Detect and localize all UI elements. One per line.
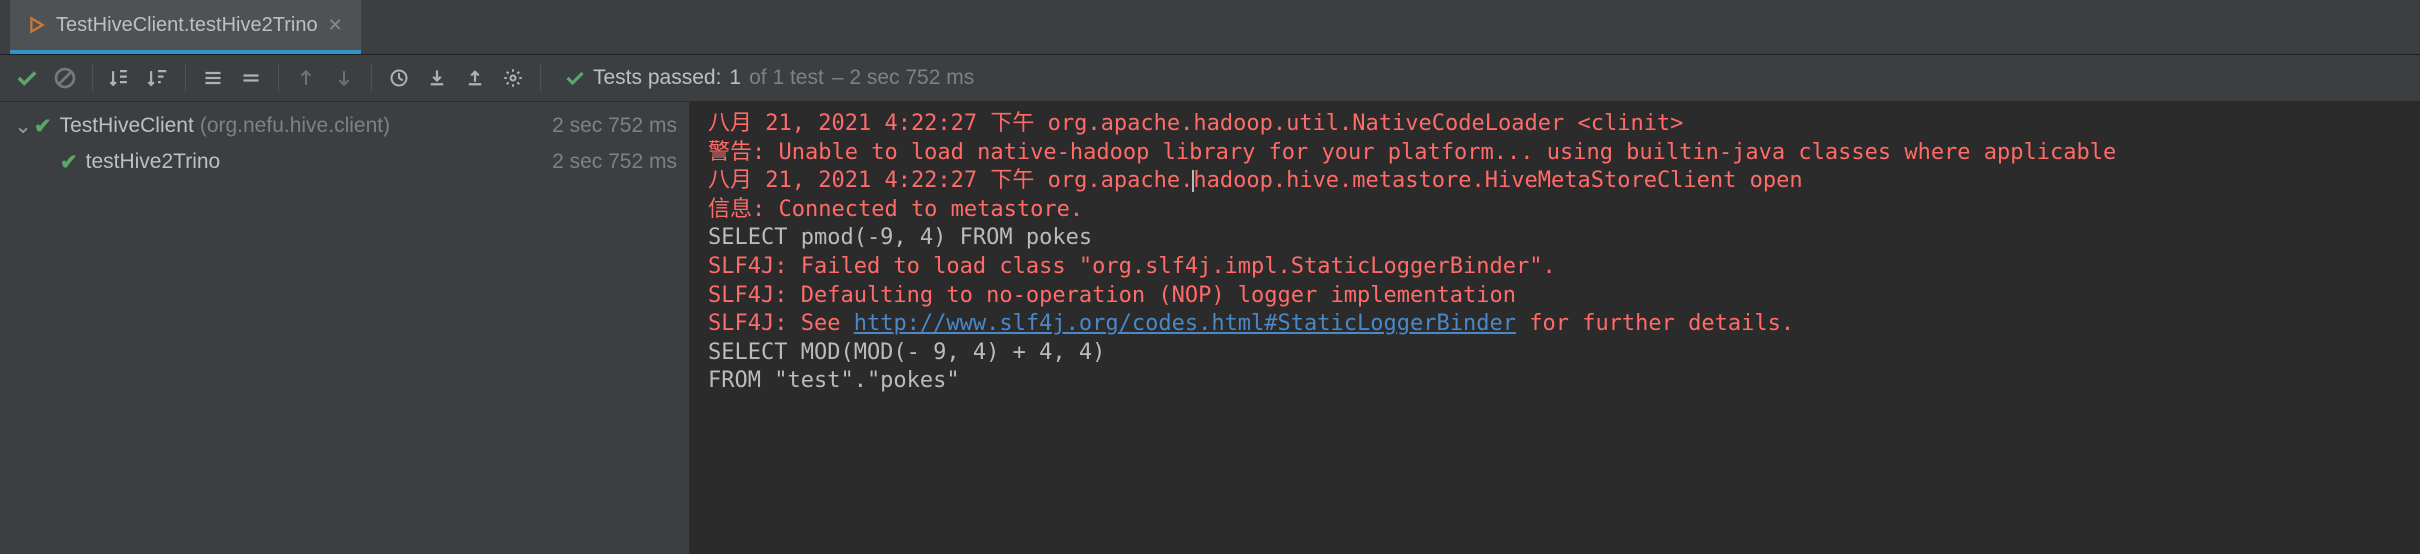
close-icon[interactable]: ✕ [328, 15, 343, 36]
console-line: FROM "test"."pokes" [708, 368, 960, 393]
console-output[interactable]: 八月 21, 2021 4:22:27 下午 org.apache.hadoop… [690, 102, 2420, 554]
prev-failed-icon[interactable] [289, 61, 323, 95]
import-tests-icon[interactable] [420, 61, 454, 95]
toolbar-separator [371, 64, 372, 92]
sort-alpha-icon[interactable] [103, 61, 137, 95]
editor-tab-title: TestHiveClient.testHive2Trino [56, 14, 318, 37]
summary-prefix: Tests passed: [593, 66, 721, 90]
console-line: SELECT pmod(-9, 4) FROM pokes [708, 225, 1092, 250]
settings-icon[interactable] [496, 61, 530, 95]
toolbar-separator [185, 64, 186, 92]
test-class-name: TestHiveClient [60, 114, 194, 138]
show-ignored-icon[interactable] [48, 61, 82, 95]
console-link[interactable]: http://www.slf4j.org/codes.html#StaticLo… [854, 311, 1516, 336]
test-method-duration: 2 sec 752 ms [552, 150, 677, 174]
test-tree-item[interactable]: ✔ testHive2Trino 2 sec 752 ms [0, 144, 689, 180]
next-failed-icon[interactable] [327, 61, 361, 95]
collapse-all-icon[interactable] [234, 61, 268, 95]
test-method-name: testHive2Trino [86, 150, 221, 174]
console-line: SLF4J: Failed to load class "org.slf4j.i… [708, 254, 1556, 279]
console-line: 警告: Unable to load native-hadoop library… [708, 140, 2116, 165]
summary-count: 1 [729, 66, 741, 90]
editor-tab[interactable]: TestHiveClient.testHive2Trino ✕ [10, 0, 361, 54]
sort-duration-icon[interactable] [141, 61, 175, 95]
console-line: SLF4J: See http://www.slf4j.org/codes.ht… [708, 311, 1794, 336]
toolbar-separator [278, 64, 279, 92]
check-icon [565, 68, 585, 88]
expand-all-icon[interactable] [196, 61, 230, 95]
test-tree-root[interactable]: ⌄ ✔ TestHiveClient (org.nefu.hive.client… [0, 108, 689, 144]
chevron-down-icon[interactable]: ⌄ [12, 114, 34, 139]
test-class-package: (org.nefu.hive.client) [200, 114, 390, 138]
console-line: 八月 21, 2021 4:22:27 下午 org.apache.hadoop… [708, 168, 1803, 193]
toolbar-separator [540, 64, 541, 92]
test-summary: Tests passed: 1 of 1 test – 2 sec 752 ms [565, 66, 974, 90]
test-class-duration: 2 sec 752 ms [552, 114, 677, 138]
export-tests-icon[interactable] [458, 61, 492, 95]
test-toolbar: Tests passed: 1 of 1 test – 2 sec 752 ms [0, 55, 2420, 102]
console-line: 八月 21, 2021 4:22:27 下午 org.apache.hadoop… [708, 111, 1683, 136]
summary-time: – 2 sec 752 ms [832, 66, 974, 90]
summary-total: of 1 test [749, 66, 824, 90]
console-line: SLF4J: Defaulting to no-operation (NOP) … [708, 283, 1516, 308]
check-icon: ✔ [34, 114, 52, 139]
console-line: SELECT MOD(MOD(- 9, 4) + 4, 4) [708, 340, 1105, 365]
check-icon: ✔ [60, 150, 78, 175]
console-line: 信息: Connected to metastore. [708, 197, 1083, 222]
toolbar-separator [92, 64, 93, 92]
show-passed-icon[interactable] [10, 61, 44, 95]
editor-tab-bar: TestHiveClient.testHive2Trino ✕ [0, 0, 2420, 55]
run-config-icon [28, 16, 46, 34]
test-tree: ⌄ ✔ TestHiveClient (org.nefu.hive.client… [0, 102, 690, 554]
test-history-icon[interactable] [382, 61, 416, 95]
